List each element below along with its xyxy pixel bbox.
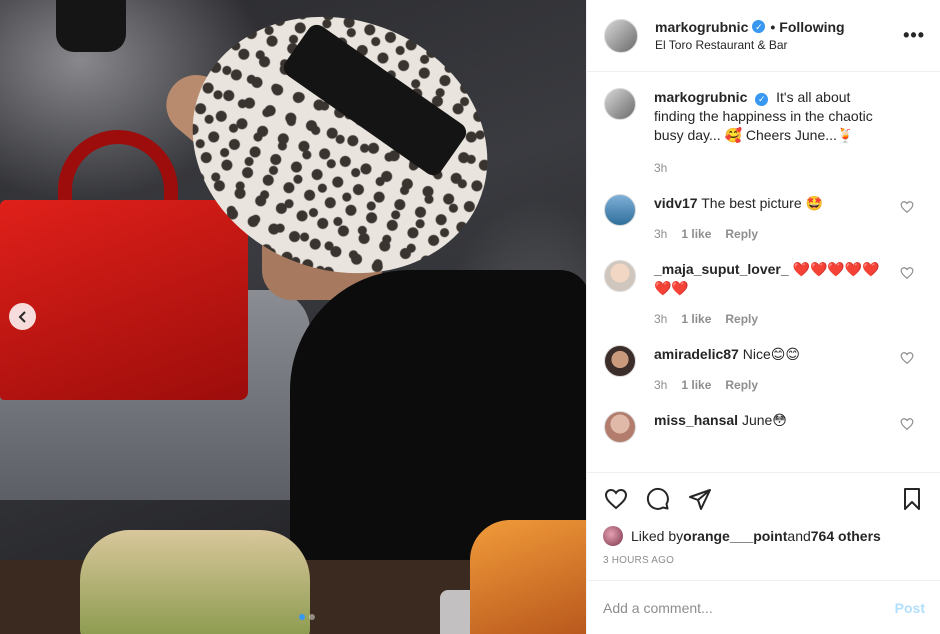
comments-list[interactable]: markogrubnic ✓ It's all about finding th…	[587, 72, 940, 472]
liker-avatar[interactable]	[603, 526, 623, 546]
comment-likes[interactable]: 1 like	[681, 225, 711, 244]
likes-middle: and	[787, 528, 811, 544]
comment-input[interactable]	[603, 599, 895, 616]
comment-like-icon[interactable]	[900, 351, 914, 365]
action-icon-row	[587, 473, 940, 525]
comment-item: amiradelic87 Nice😊😊 3h 1 like Reply	[604, 345, 924, 395]
comment-like-icon[interactable]	[900, 417, 914, 431]
comment-username[interactable]: _maja_suput_lover_	[654, 261, 789, 277]
add-comment-bar: Post	[587, 580, 940, 634]
post-photo[interactable]	[0, 0, 586, 634]
post-actions: Liked by orange___point and 764 others 3…	[587, 472, 940, 634]
paper-plane-icon	[689, 489, 711, 510]
chevron-left-icon	[18, 310, 26, 323]
commenter-avatar[interactable]	[604, 260, 636, 292]
share-button[interactable]	[687, 486, 713, 512]
likes-summary: Liked by orange___point and 764 others	[587, 525, 940, 547]
comment-username[interactable]: vidv17	[654, 195, 698, 211]
verified-badge-icon: ✓	[752, 20, 766, 33]
photo-fries	[470, 520, 586, 634]
liker-username[interactable]: orange___point	[683, 528, 787, 544]
photo-lamp	[56, 0, 126, 52]
bookmark-icon	[904, 488, 920, 510]
carousel-prev-button[interactable]	[9, 303, 36, 330]
comment-text: Nice😊😊	[742, 346, 800, 362]
comment-like-icon[interactable]	[900, 266, 914, 280]
carousel-indicator	[299, 614, 315, 620]
carousel-dot-active	[299, 614, 305, 620]
photo-red-bag	[0, 200, 248, 400]
carousel-dot	[309, 614, 315, 620]
header-separator: •	[770, 18, 776, 35]
comment-likes[interactable]: 1 like	[681, 376, 711, 395]
commenter-avatar[interactable]	[604, 194, 636, 226]
caption: markogrubnic ✓ It's all about finding th…	[604, 88, 924, 178]
post-comment-button[interactable]: Post	[895, 600, 925, 616]
comment-time: 3h	[654, 378, 668, 392]
likes-others-link[interactable]: 764 others	[811, 528, 881, 544]
heart-icon	[604, 488, 628, 510]
comment-item: vidv17 The best picture 🤩 3h 1 like Repl…	[604, 194, 924, 244]
comment-reply-button[interactable]: Reply	[725, 225, 758, 244]
comment-time: 3h	[654, 312, 668, 326]
post-header: markogrubnic ✓ • Following El Toro Resta…	[587, 0, 940, 72]
like-button[interactable]	[603, 486, 629, 512]
save-button[interactable]	[899, 486, 925, 512]
comment-item: miss_hansal June😳	[604, 411, 924, 443]
photo-tacos	[80, 530, 310, 634]
post-side-panel: markogrubnic ✓ • Following El Toro Resta…	[586, 0, 940, 634]
comment-button[interactable]	[645, 486, 671, 512]
post-timestamp[interactable]: 3 hours ago	[587, 555, 940, 566]
author-avatar[interactable]	[604, 18, 638, 53]
comment-like-icon[interactable]	[900, 200, 914, 214]
comment-reply-button[interactable]: Reply	[725, 376, 758, 395]
caption-avatar[interactable]	[604, 88, 636, 120]
comment-username[interactable]: miss_hansal	[654, 412, 738, 428]
commenter-avatar[interactable]	[604, 345, 636, 377]
more-options-button[interactable]: •••	[903, 26, 925, 44]
comment-item: _maja_suput_lover_ ❤️❤️❤️❤️❤️❤️❤️ 3h 1 l…	[604, 260, 924, 329]
comment-icon	[646, 487, 669, 510]
location-link[interactable]: El Toro Restaurant & Bar	[655, 36, 845, 54]
comment-time: 3h	[654, 227, 668, 241]
comment-text: June😳	[741, 412, 787, 428]
comment-text: The best picture 🤩	[701, 195, 823, 211]
comment-likes[interactable]: 1 like	[681, 310, 711, 329]
caption-username[interactable]: markogrubnic	[654, 89, 747, 105]
verified-badge-icon: ✓	[755, 93, 769, 106]
likes-prefix: Liked by	[631, 528, 684, 544]
commenter-avatar[interactable]	[604, 411, 636, 443]
author-username[interactable]: markogrubnic	[655, 18, 748, 36]
following-button[interactable]: Following	[779, 18, 844, 36]
comment-username[interactable]: amiradelic87	[654, 346, 739, 362]
comment-reply-button[interactable]: Reply	[725, 310, 758, 329]
caption-time: 3h	[654, 161, 668, 175]
